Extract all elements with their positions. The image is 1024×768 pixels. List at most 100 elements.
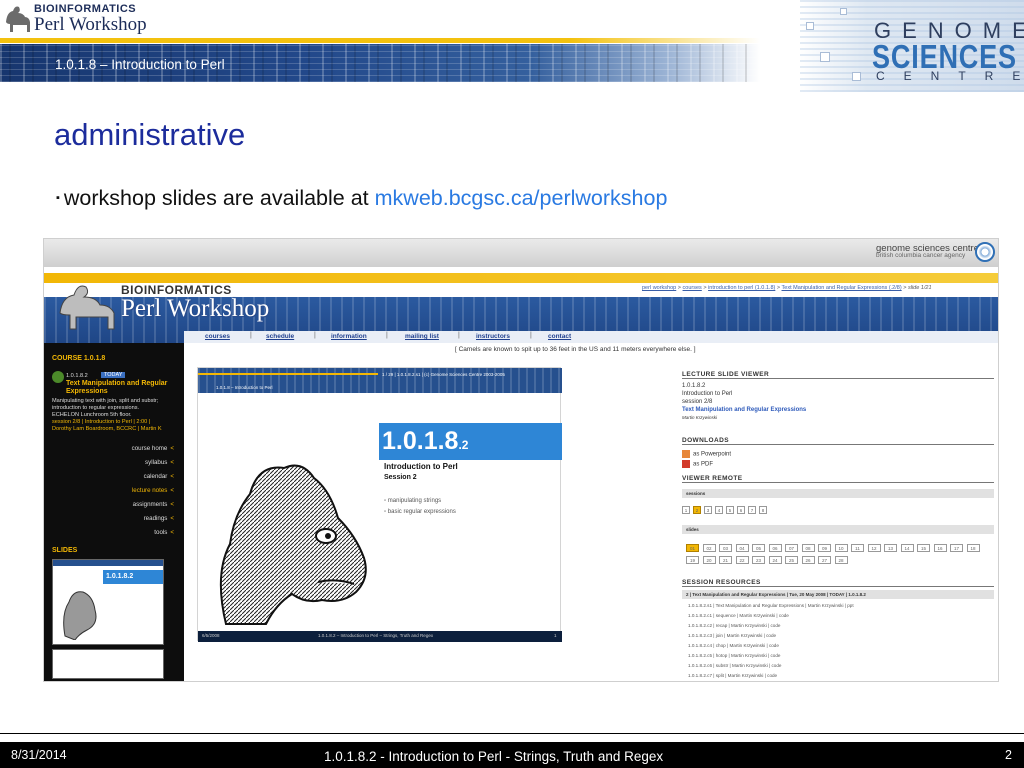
chevron-left-icon: < xyxy=(170,459,174,466)
session-page-button[interactable]: 7 xyxy=(748,506,756,514)
session-title[interactable]: Text Manipulation and Regular Expression… xyxy=(66,380,176,396)
menu-label: tools xyxy=(154,529,168,536)
slide-page-button[interactable]: 17 xyxy=(950,544,963,552)
nav-instructors[interactable]: instructors xyxy=(476,333,510,340)
slide-page-button[interactable]: 16 xyxy=(933,544,947,552)
slide-page-button[interactable]: 22 xyxy=(735,556,749,564)
slide-page-button[interactable]: 25 xyxy=(785,556,798,564)
slide-page-button[interactable]: 26 xyxy=(801,556,815,564)
site-yellow-band xyxy=(44,273,998,283)
preview-big-suffix: .2 xyxy=(458,438,469,452)
preview-footer: 6/5/2008 1.0.1.8.2 – Introduction to Per… xyxy=(198,631,562,642)
slide-page-button[interactable]: 21 xyxy=(719,556,732,564)
session-page-button[interactable]: 6 xyxy=(737,506,745,514)
slide-title: administrative xyxy=(54,117,246,152)
slide-page-button[interactable]: 09 xyxy=(818,544,831,552)
session-page-button[interactable]: 8 xyxy=(759,506,767,514)
slide-thumbnail[interactable]: 1.0.1.8.2 xyxy=(52,559,164,645)
menu-assignments[interactable]: assignments < xyxy=(133,501,174,508)
resource-item[interactable]: 1.0.1.8.2.c3 | join | Martin Krzywinski … xyxy=(688,633,776,638)
resource-item[interactable]: 1.0.1.8.2.c1 | sequence | Martin Krzywin… xyxy=(688,613,789,618)
download-ppt[interactable]: as Powerpoint xyxy=(682,450,731,458)
website-screenshot: genome sciences centre british columbia … xyxy=(43,238,999,682)
resource-item[interactable]: 1.0.1.8.2.s1 | Text Manipulation and Reg… xyxy=(688,603,854,608)
session-resources-heading: SESSION RESOURCES xyxy=(682,579,994,587)
resource-item[interactable]: 1.0.1.8.2.c6 | substr | Martin Krzywinsk… xyxy=(688,663,781,668)
thumb-header xyxy=(53,560,163,566)
nav-schedule[interactable]: schedule xyxy=(266,333,294,340)
slide-page-button[interactable]: 28 xyxy=(834,556,848,564)
nav-separator: | xyxy=(458,332,460,339)
session-page-button[interactable]: 4 xyxy=(715,506,723,514)
breadcrumb-item[interactable]: perl workshop xyxy=(642,285,676,291)
slide-page-button[interactable]: 01 xyxy=(686,544,699,552)
menu-label: course home xyxy=(131,445,168,452)
session-page-button[interactable]: 5 xyxy=(726,506,734,514)
menu-course-home[interactable]: course home < xyxy=(132,445,174,452)
breadcrumb-item[interactable]: introduction to perl (1.0.1.8) xyxy=(708,285,775,291)
menu-syllabus[interactable]: syllabus < xyxy=(145,459,174,466)
today-badge: TODAY xyxy=(101,372,126,378)
lecture-line: 1.0.1.8.2 xyxy=(682,383,706,389)
slide-page-button[interactable]: 12 xyxy=(867,544,881,552)
chevron-left-icon: < xyxy=(170,445,174,452)
download-pdf[interactable]: as PDF xyxy=(682,460,713,468)
download-label: as PDF xyxy=(693,461,714,468)
slide-thumbnail[interactable] xyxy=(52,649,164,679)
slide-page-button[interactable]: 04 xyxy=(735,544,749,552)
slide-page-button[interactable]: 23 xyxy=(752,556,765,564)
slide-page-button[interactable]: 02 xyxy=(702,544,716,552)
slide-page-button[interactable]: 19 xyxy=(686,556,699,564)
slide-page-button[interactable]: 06 xyxy=(768,544,782,552)
bullet-text: workshop slides are available at xyxy=(63,186,375,210)
slide-page-button[interactable]: 20 xyxy=(702,556,716,564)
slide-page-button[interactable]: 18 xyxy=(966,544,980,552)
resource-item[interactable]: 1.0.1.8.2.c2 | recap | Martin Krzywinski… xyxy=(688,623,780,628)
menu-calendar[interactable]: calendar < xyxy=(144,473,174,480)
chevron-left-icon: < xyxy=(170,529,174,536)
resource-item[interactable]: 1.0.1.8.2.c5 | hotop | Martin Krzywinski… xyxy=(688,653,780,658)
chevron-left-icon: < xyxy=(170,473,174,480)
gsc-emblem-icon xyxy=(975,242,995,262)
slide-page-button[interactable]: 27 xyxy=(818,556,831,564)
nav-separator: | xyxy=(530,332,532,339)
resource-item[interactable]: 1.0.1.8.2.c7 | split | Martin Krzywinski… xyxy=(688,673,777,678)
nav-information[interactable]: information xyxy=(331,333,367,340)
session-desc-2: introduction to regular expressions. xyxy=(52,405,140,411)
footer-title: 1.0.1.8.2 - Introduction to Perl - Strin… xyxy=(324,749,664,764)
nav-courses[interactable]: courses xyxy=(205,333,230,340)
slide-page-button[interactable]: 13 xyxy=(884,544,897,552)
breadcrumb-item[interactable]: courses xyxy=(683,285,702,291)
nav-contact[interactable]: contact xyxy=(548,333,571,340)
resources-bar: 2 | Text Manipulation and Regular Expres… xyxy=(682,590,994,599)
slide-page-button[interactable]: 15 xyxy=(917,544,930,552)
session-page-button[interactable]: 2 xyxy=(693,506,701,514)
slide-page-button[interactable]: 11 xyxy=(851,544,864,552)
powerpoint-icon xyxy=(682,450,690,458)
slide-page-button[interactable]: 10 xyxy=(834,544,848,552)
nav-separator: | xyxy=(314,332,316,339)
lecture-title-link[interactable]: Text Manipulation and Regular Expression… xyxy=(682,407,806,413)
lecture-slide-preview: 1.0.1.8 – Introduction to Perl 1 / 29 | … xyxy=(197,367,562,642)
menu-lecture-notes[interactable]: lecture notes < xyxy=(132,487,174,494)
slide-page-button[interactable]: 24 xyxy=(768,556,782,564)
slide-page-button[interactable]: 14 xyxy=(900,544,914,552)
preview-bullet: ▫ basic regular expressions xyxy=(384,509,456,515)
nav-mailing-list[interactable]: mailing list xyxy=(405,333,439,340)
site-gsc-sub: british columbia cancer agency xyxy=(876,252,966,259)
gsc-centre: CENTRE xyxy=(876,69,1024,83)
breadcrumb-item[interactable]: Text Manipulation and Regular Expression… xyxy=(782,285,902,291)
menu-tools[interactable]: tools < xyxy=(154,529,174,536)
workshop-link[interactable]: mkweb.bcgsc.ca/perlworkshop xyxy=(375,186,668,210)
chevron-left-icon: < xyxy=(170,515,174,522)
resource-item[interactable]: 1.0.1.8.2.c4 | chop | Martin Krzywinski … xyxy=(688,643,779,648)
downloads-heading: DOWNLOADS xyxy=(682,437,994,445)
slide-page-button[interactable]: 05 xyxy=(752,544,765,552)
session-page-button[interactable]: 3 xyxy=(704,506,712,514)
slide-page-button[interactable]: 07 xyxy=(785,544,798,552)
slide-page-button[interactable]: 08 xyxy=(801,544,815,552)
menu-readings[interactable]: readings < xyxy=(144,515,174,522)
menu-label: calendar xyxy=(143,473,168,480)
session-page-button[interactable]: 1 xyxy=(682,506,690,514)
slide-page-button[interactable]: 03 xyxy=(719,544,732,552)
